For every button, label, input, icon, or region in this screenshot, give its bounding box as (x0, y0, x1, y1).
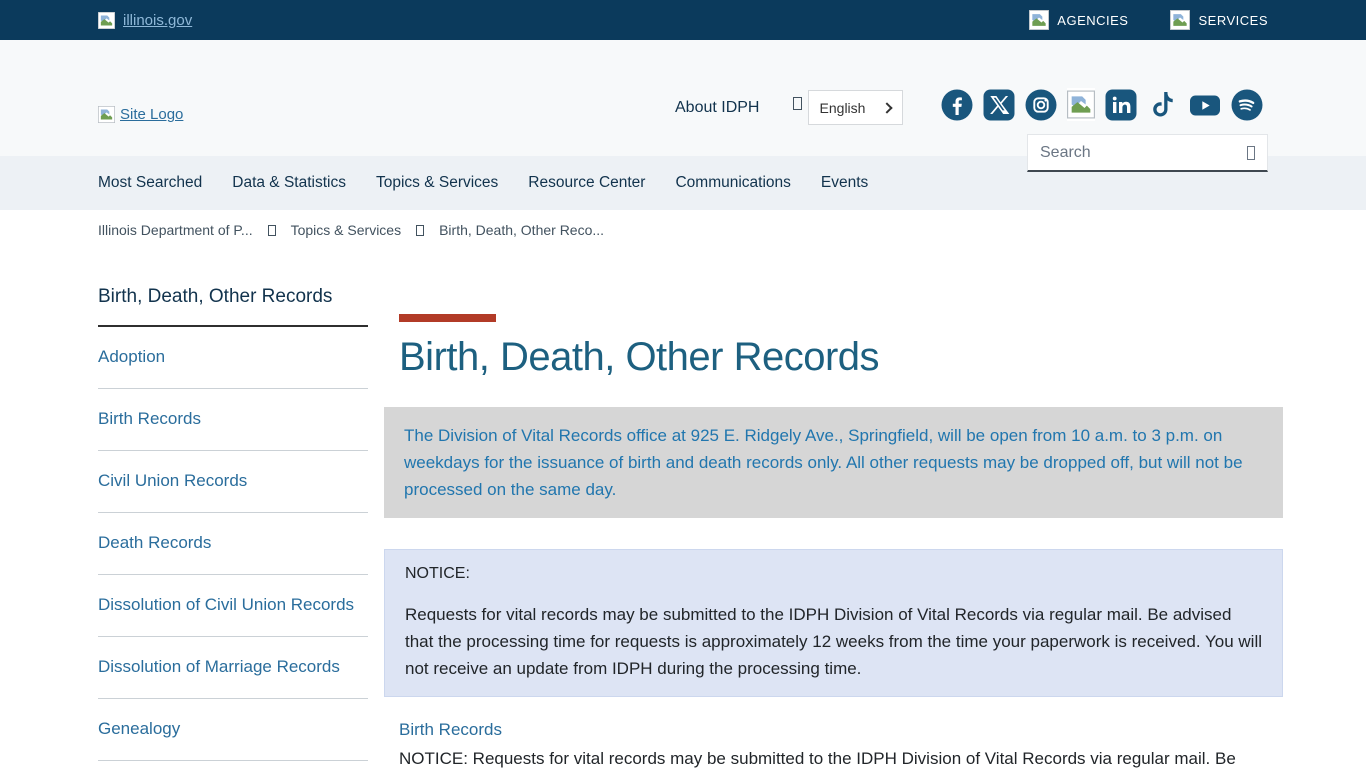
services-label: SERVICES (1198, 13, 1268, 28)
title-accent-bar (399, 314, 496, 322)
x-twitter-icon[interactable] (983, 89, 1015, 121)
spotify-icon[interactable] (1231, 89, 1263, 121)
nav-item-data-statistics[interactable]: Data & Statistics (232, 174, 346, 192)
broken-image-icon[interactable] (1067, 88, 1095, 121)
agencies-link[interactable]: AGENCIES (1029, 10, 1128, 30)
sidebar-item-civil-union-records[interactable]: Civil Union Records (98, 451, 368, 513)
illinois-gov-label: illinois.gov (123, 12, 192, 29)
breadcrumb-topics-services[interactable]: Topics & Services (291, 222, 401, 238)
notice-label: NOTICE: (405, 562, 1262, 586)
tiktok-icon[interactable] (1147, 89, 1179, 121)
breadcrumb-current[interactable]: Birth, Death, Other Reco... (439, 222, 604, 238)
social-icons (941, 88, 1263, 121)
sidebar-item-death-records[interactable]: Death Records (98, 513, 368, 575)
sidebar-item-birth-records[interactable]: Birth Records (98, 389, 368, 451)
broken-image-icon (1029, 10, 1049, 30)
services-link[interactable]: SERVICES (1170, 10, 1268, 30)
globe-icon (793, 97, 802, 110)
site-logo-label: Site Logo (120, 106, 183, 123)
government-topbar: illinois.gov AGENCIES SERVICES (0, 0, 1366, 40)
youtube-icon[interactable] (1189, 89, 1221, 121)
site-header: Site Logo About IDPH English (0, 40, 1366, 156)
birth-records-link[interactable]: Birth Records (399, 720, 502, 740)
notice-body: Requests for vital records may be submit… (405, 601, 1262, 682)
nav-item-most-searched[interactable]: Most Searched (98, 174, 202, 192)
birth-records-text: NOTICE: Requests for vital records may b… (399, 745, 1283, 768)
nav-item-events[interactable]: Events (821, 174, 868, 192)
search-input[interactable] (1040, 144, 1247, 162)
broken-image-icon (98, 12, 115, 29)
sidebar-item-dissolution-marriage[interactable]: Dissolution of Marriage Records (98, 637, 368, 699)
nav-item-topics-services[interactable]: Topics & Services (376, 174, 498, 192)
sidebar-item-birth-death-other-records[interactable]: Birth, Death, Other Records (98, 286, 368, 327)
sidebar-item-adoption[interactable]: Adoption (98, 327, 368, 389)
breadcrumb-separator-icon (268, 225, 276, 236)
sidebar-item-marriage-records[interactable]: Marriage Records (98, 761, 368, 768)
linkedin-icon[interactable] (1105, 89, 1137, 121)
illinois-gov-link[interactable]: illinois.gov (98, 12, 192, 29)
breadcrumb: Illinois Department of P... Topics & Ser… (0, 210, 1366, 250)
office-hours-alert: The Division of Vital Records office at … (384, 407, 1283, 518)
broken-image-icon (1170, 10, 1190, 30)
about-idph-link[interactable]: About IDPH (675, 99, 759, 117)
breadcrumb-home[interactable]: Illinois Department of P... (98, 222, 253, 238)
sidebar-item-dissolution-civil-union[interactable]: Dissolution of Civil Union Records (98, 575, 368, 637)
site-logo-link[interactable]: Site Logo (98, 106, 183, 123)
breadcrumb-separator-icon (416, 225, 424, 236)
instagram-icon[interactable] (1025, 89, 1057, 121)
language-selector[interactable]: English (808, 90, 903, 125)
search-box (1027, 134, 1268, 172)
agencies-label: AGENCIES (1057, 13, 1128, 28)
chevron-right-icon (882, 102, 893, 113)
language-label: English (820, 100, 866, 116)
search-icon[interactable] (1247, 146, 1255, 160)
broken-image-icon (98, 106, 115, 123)
nav-item-resource-center[interactable]: Resource Center (528, 174, 645, 192)
page-title: Birth, Death, Other Records (399, 335, 1283, 380)
content: Birth, Death, Other Records Adoption Bir… (0, 250, 1366, 768)
sidebar-nav: Birth, Death, Other Records Adoption Bir… (98, 286, 368, 768)
facebook-icon[interactable] (941, 89, 973, 121)
nav-item-communications[interactable]: Communications (675, 174, 790, 192)
main-content: Birth, Death, Other Records The Division… (384, 314, 1283, 768)
sidebar-item-genealogy[interactable]: Genealogy (98, 699, 368, 761)
notice-box: NOTICE: Requests for vital records may b… (384, 549, 1283, 697)
